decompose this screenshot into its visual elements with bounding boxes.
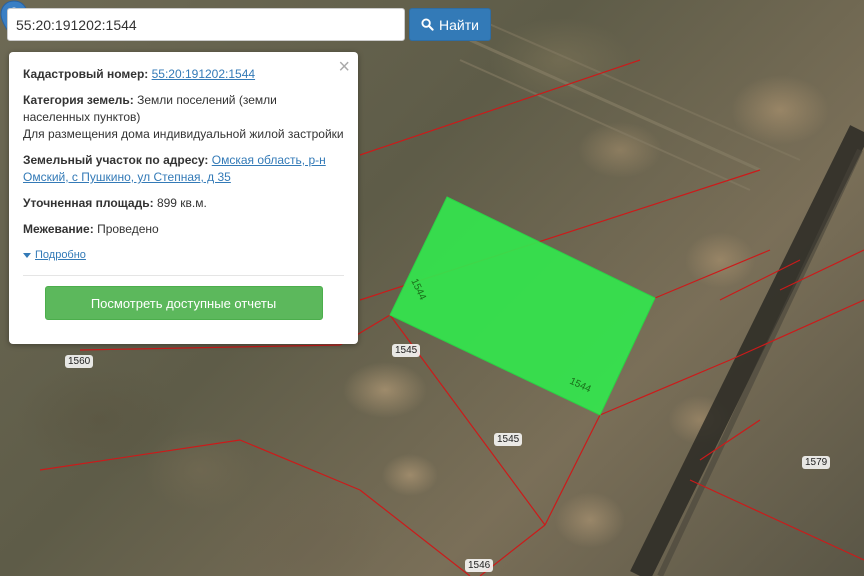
track-line [469,38,761,172]
area-label: Уточненная площадь: [23,196,154,210]
survey-row: Межевание: Проведено [23,221,344,238]
parcel-info-popup: × Кадастровый номер: 55:20:191202:1544 К… [9,52,358,344]
land-category-label: Категория земель: [23,93,134,107]
survey-value: Проведено [97,222,159,236]
cadastral-number-label: Кадастровый номер: [23,67,149,81]
land-category-row: Категория земель: Земли поселений (земли… [23,92,344,143]
view-reports-button[interactable]: Посмотреть доступные отчеты [44,286,323,320]
search-button[interactable]: Найти [409,8,491,41]
survey-label: Межевание: [23,222,94,236]
cadastral-number-link[interactable]: 55:20:191202:1544 [152,67,255,81]
details-link[interactable]: Подробно [35,247,86,264]
address-row: Земельный участок по адресу: Омская обла… [23,152,344,186]
road [630,125,864,576]
caret-down-icon [23,253,31,258]
parcel-label-1546: 1546 [465,559,494,572]
parcel-label-1545: 1545 [494,433,523,446]
track-line [459,59,751,191]
area-row: Уточненная площадь: 899 кв.м. [23,195,344,212]
search-button-label: Найти [439,16,479,33]
details-toggle[interactable]: Подробно [23,247,344,264]
divider [23,275,344,276]
search-input[interactable] [7,8,405,41]
area-value: 899 кв.м. [156,196,207,210]
close-icon[interactable]: × [338,56,350,78]
cadastral-number-row: Кадастровый номер: 55:20:191202:1544 [23,66,344,83]
parcel-label-1579: 1579 [802,456,831,469]
parcel-label-1545: 1545 [392,344,421,357]
address-label: Земельный участок по адресу: [23,153,209,167]
search-icon [421,18,434,31]
parcel-label-1560: 1560 [65,355,94,368]
land-purpose: Для размещения дома индивидуальной жилой… [23,127,344,141]
